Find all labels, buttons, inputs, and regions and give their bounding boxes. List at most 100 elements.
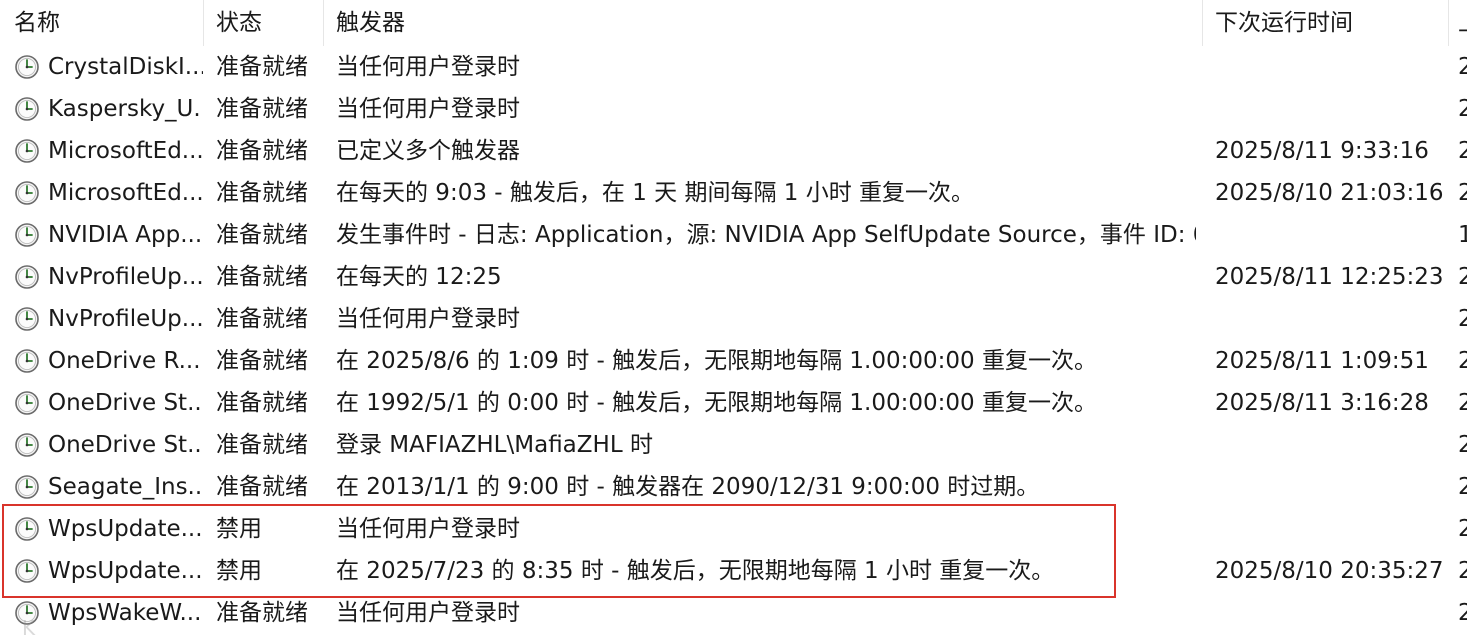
task-trigger: 发生事件时 - 日志: Application，源: NVIDIA App Se…: [336, 222, 1196, 248]
task-next-run: [1215, 424, 1445, 466]
task-clock-icon: [14, 390, 40, 416]
task-clock-icon: [14, 222, 40, 248]
task-name: Seagate_Ins...: [48, 474, 203, 500]
task-name: MicrosoftEd...: [48, 180, 203, 206]
task-trigger: 在 2025/7/23 的 8:35 时 - 触发后，无限期地每隔 1 小时 重…: [336, 558, 1055, 584]
task-row[interactable]: OneDrive R... 准备就绪 在 2025/8/6 的 1:09 时 - 触…: [0, 340, 1467, 382]
task-next-run: [1215, 592, 1445, 634]
task-last-run: 2: [1458, 474, 1467, 500]
task-trigger: 在 1992/5/1 的 0:00 时 - 触发后，无限期地每隔 1.00:00…: [336, 390, 1097, 416]
task-next-run: [1215, 88, 1445, 130]
column-header-status[interactable]: 状态: [216, 0, 316, 46]
task-next-run: [1215, 466, 1445, 508]
task-status: 准备就绪: [216, 138, 308, 164]
task-row[interactable]: Kaspersky_U... 准备就绪 当任何用户登录时 2: [0, 88, 1467, 130]
task-row[interactable]: OneDrive St... 准备就绪 在 1992/5/1 的 0:00 时 - …: [0, 382, 1467, 424]
task-next-run: 2025/8/11 1:09:51: [1215, 348, 1429, 374]
task-next-run: [1215, 46, 1445, 88]
task-name: CrystalDiskI...: [48, 54, 203, 80]
task-clock-icon: [14, 558, 40, 584]
task-trigger: 登录 MAFIAZHL\MafiaZHL 时: [336, 432, 653, 458]
task-trigger: 当任何用户登录时: [336, 54, 520, 80]
task-next-run: 2025/8/11 12:25:23: [1215, 264, 1444, 290]
task-status: 准备就绪: [216, 390, 308, 416]
task-row[interactable]: NVIDIA App... 准备就绪 发生事件时 - 日志: Application…: [0, 214, 1467, 256]
column-divider[interactable]: [203, 0, 204, 46]
task-status: 准备就绪: [216, 348, 308, 374]
task-trigger: 当任何用户登录时: [336, 96, 520, 122]
task-clock-icon: [14, 348, 40, 374]
task-status: 准备就绪: [216, 96, 308, 122]
task-clock-icon: [14, 96, 40, 122]
task-name: WpsUpdate...: [48, 558, 203, 584]
task-row[interactable]: NvProfileUp... 准备就绪 在每天的 12:25 2025/8/11 12…: [0, 256, 1467, 298]
task-last-run: 2: [1458, 432, 1467, 458]
task-last-run: 2: [1458, 306, 1467, 332]
task-name: OneDrive St...: [48, 390, 203, 416]
task-status: 准备就绪: [216, 180, 308, 206]
task-last-run: 2: [1458, 264, 1467, 290]
task-status: 准备就绪: [216, 432, 308, 458]
task-name: MicrosoftEd...: [48, 138, 203, 164]
task-next-run: [1215, 298, 1445, 340]
task-last-run: 2: [1458, 54, 1467, 80]
column-header: 名称 状态 触发器 下次运行时间 上: [0, 0, 1467, 46]
task-name: OneDrive St...: [48, 432, 203, 458]
task-last-run: 2: [1458, 558, 1467, 584]
task-name: WpsWakeW...: [48, 600, 202, 626]
column-header-next-run[interactable]: 下次运行时间: [1215, 0, 1445, 46]
task-row[interactable]: MicrosoftEd... 准备就绪 在每天的 9:03 - 触发后，在 1 天 …: [0, 172, 1467, 214]
task-last-run: 2: [1458, 348, 1467, 374]
task-next-run: 2025/8/11 3:16:28: [1215, 390, 1429, 416]
task-status: 准备就绪: [216, 600, 308, 626]
task-row[interactable]: MicrosoftEd... 准备就绪 已定义多个触发器 2025/8/11 9:33…: [0, 130, 1467, 172]
task-clock-icon: [14, 180, 40, 206]
task-row[interactable]: Seagate_Ins... 准备就绪 在 2013/1/1 的 9:00 时 - …: [0, 466, 1467, 508]
column-divider[interactable]: [1448, 0, 1449, 46]
task-trigger: 当任何用户登录时: [336, 600, 520, 626]
task-last-run: 2: [1458, 180, 1467, 206]
task-status: 准备就绪: [216, 264, 308, 290]
task-next-run: [1215, 214, 1445, 256]
task-last-run: 2: [1458, 138, 1467, 164]
task-row[interactable]: WpsWakeW... 准备就绪 当任何用户登录时 2: [0, 592, 1467, 634]
column-divider[interactable]: [323, 0, 324, 46]
task-trigger: 在每天的 9:03 - 触发后，在 1 天 期间每隔 1 小时 重复一次。: [336, 180, 975, 206]
column-header-last-run[interactable]: 上: [1458, 0, 1467, 46]
column-divider[interactable]: [1202, 0, 1203, 46]
task-trigger: 在每天的 12:25: [336, 264, 502, 290]
task-trigger: 在 2013/1/1 的 9:00 时 - 触发器在 2090/12/31 9:…: [336, 474, 1040, 500]
task-row[interactable]: WpsUpdate... 禁用 在 2025/7/23 的 8:35 时 - 触发后…: [0, 550, 1467, 592]
task-trigger: 当任何用户登录时: [336, 516, 520, 542]
task-name: NVIDIA App...: [48, 222, 203, 248]
task-name: Kaspersky_U...: [48, 96, 203, 122]
task-clock-icon: [14, 306, 40, 332]
task-status: 准备就绪: [216, 306, 308, 332]
task-clock-icon: [14, 138, 40, 164]
task-last-run: 2: [1458, 600, 1467, 626]
task-last-run: 2: [1458, 96, 1467, 122]
task-trigger: 当任何用户登录时: [336, 306, 520, 332]
task-clock-icon: [14, 432, 40, 458]
task-status: 禁用: [216, 516, 262, 542]
task-clock-icon: [14, 474, 40, 500]
task-status: 禁用: [216, 558, 262, 584]
task-name: NvProfileUp...: [48, 306, 203, 332]
task-name: WpsUpdate...: [48, 516, 203, 542]
task-trigger: 已定义多个触发器: [336, 138, 520, 164]
task-row[interactable]: NvProfileUp... 准备就绪 当任何用户登录时 2: [0, 298, 1467, 340]
task-next-run: 2025/8/10 21:03:16: [1215, 180, 1444, 206]
task-next-run: 2025/8/11 9:33:16: [1215, 138, 1429, 164]
task-trigger: 在 2025/8/6 的 1:09 时 - 触发后，无限期地每隔 1.00:00…: [336, 348, 1097, 374]
task-status: 准备就绪: [216, 474, 308, 500]
task-clock-icon: [14, 516, 40, 542]
task-row[interactable]: OneDrive St... 准备就绪 登录 MAFIAZHL\MafiaZHL 时…: [0, 424, 1467, 466]
task-clock-icon: [14, 264, 40, 290]
task-row[interactable]: WpsUpdate... 禁用 当任何用户登录时 2: [0, 508, 1467, 550]
column-header-name[interactable]: 名称: [14, 0, 204, 46]
column-header-trigger[interactable]: 触发器: [336, 0, 1196, 46]
task-last-run: 2: [1458, 516, 1467, 542]
task-status: 准备就绪: [216, 54, 308, 80]
task-row[interactable]: CrystalDiskI... 准备就绪 当任何用户登录时 2: [0, 46, 1467, 88]
task-last-run: 2: [1458, 390, 1467, 416]
